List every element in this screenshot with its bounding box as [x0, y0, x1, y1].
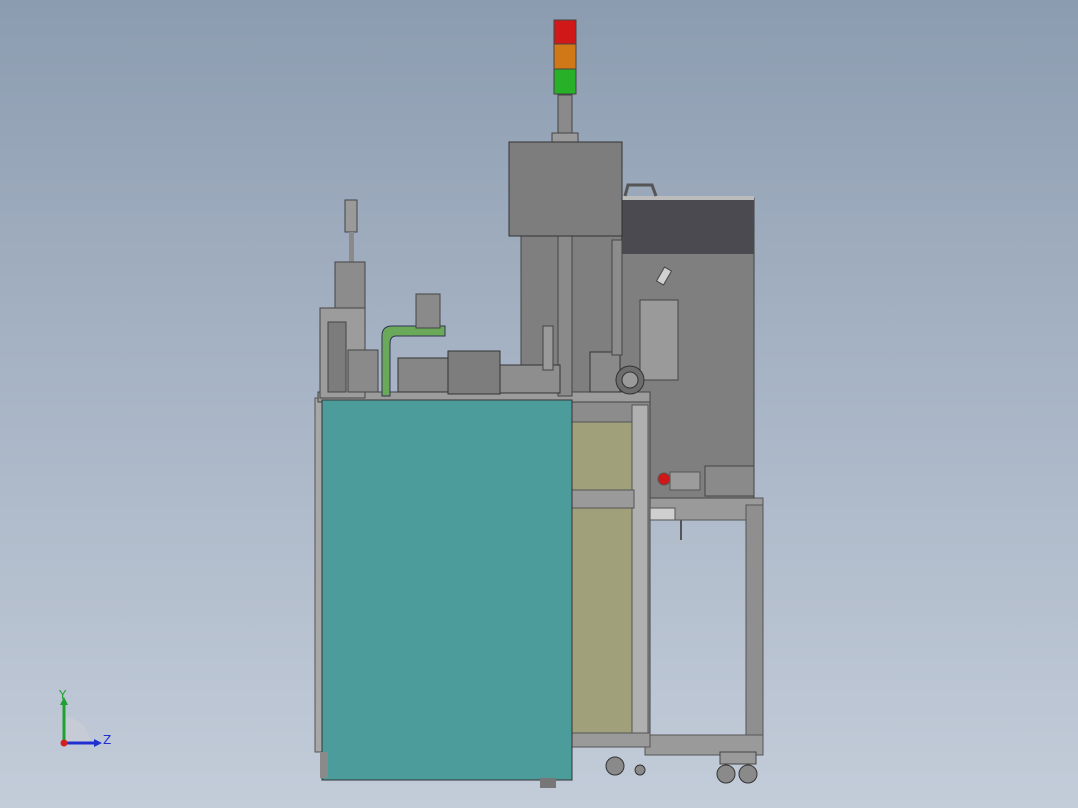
- control-box[interactable]: [508, 141, 623, 237]
- actuator-tower: [319, 199, 379, 399]
- x-axis-dot: [60, 739, 68, 747]
- triad-y-label: Y: [59, 688, 67, 702]
- side-table: [644, 497, 764, 756]
- cad-viewport[interactable]: Y Z: [0, 0, 1078, 808]
- triad-z-label: Z: [103, 733, 112, 747]
- front-panel[interactable]: [321, 399, 573, 781]
- machine-model[interactable]: [0, 0, 1078, 808]
